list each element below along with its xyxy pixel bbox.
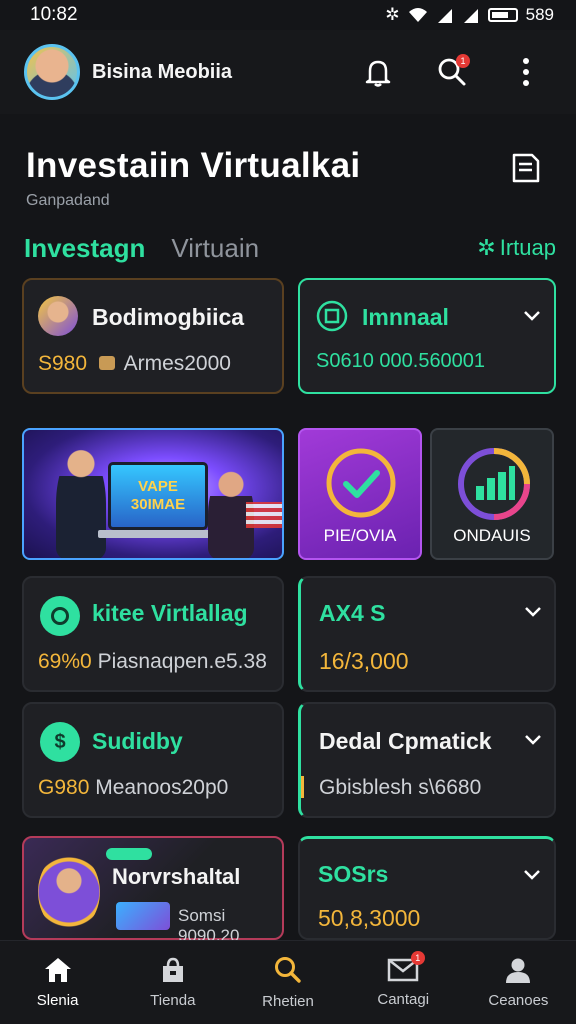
avatar	[38, 296, 78, 336]
card-value: Gbisblesh s\6680	[319, 776, 482, 799]
tab-irtuap[interactable]: ✲ Irtuap	[477, 235, 556, 261]
card-norvrshaltal[interactable]: Norvrshaltal Somsi 9090.20	[22, 836, 284, 945]
chart-ring-icon	[458, 448, 530, 520]
app-header: Bisina Meobiia 1	[0, 30, 576, 114]
card-dedal-cpmatick[interactable]: Dedal Cpmatick Gbisblesh s\6680	[298, 702, 556, 818]
more-options-button[interactable]	[500, 46, 552, 98]
promo-chart-card[interactable]: ONDAUIS	[430, 428, 554, 560]
card-kitee-virtlallag[interactable]: kitee Virtlallag 69%0 Piasnaqpen.e5.38	[22, 576, 284, 692]
promo-check-label: PIE/OVIA	[323, 526, 397, 545]
status-time: 10:82	[30, 4, 78, 25]
laptop-illustration: VAPE 30IMAE	[108, 462, 208, 530]
card-sudidby[interactable]: $ Sudidby G980 Meanoos20p0	[22, 702, 284, 818]
search-button[interactable]: 1	[426, 46, 478, 98]
promo-chart-label: ONDAUIS	[453, 526, 531, 545]
card-value-rest: Piasnaqpen.e5.38	[97, 650, 267, 673]
gold-marker	[301, 776, 304, 798]
card-value-rest: Meanoos20p0	[95, 776, 229, 799]
nav-item-store[interactable]: Tienda	[115, 941, 230, 1024]
card-value-rest: Armes2000	[123, 352, 231, 375]
bottom-nav: Slenia Tienda Rhetien 1 Cantagi Ceanoes	[0, 940, 576, 1024]
page-title: Investaiin Virtualkai	[26, 146, 361, 185]
status-icons: ✲ 589	[385, 5, 554, 25]
card-title: kitee Virtlallag	[92, 600, 248, 627]
notification-badge: 1	[456, 54, 470, 68]
nav-label: Cantagi	[377, 991, 430, 1008]
person-icon	[506, 958, 531, 983]
crypto-chip-icon	[316, 300, 348, 332]
status-bar: 10:82 ✲ 589	[0, 0, 576, 30]
nav-item-profile[interactable]: Ceanoes	[461, 941, 576, 1024]
card-value: G980 Meanoos20p0	[38, 776, 228, 800]
card-value: S980 Armes2000	[38, 352, 231, 376]
chevron-down-icon[interactable]	[520, 304, 544, 328]
card-value: 16/3,000	[319, 648, 409, 674]
nav-item-messages[interactable]: 1 Cantagi	[346, 941, 461, 1024]
card-title: Norvrshaltal	[112, 864, 241, 889]
nav-item-home[interactable]: Slenia	[0, 941, 115, 1024]
tab-bar: Investagn Virtuain ✲ Irtuap	[24, 228, 556, 268]
card-sosrs[interactable]: SOSrs 50,8,3000	[298, 836, 556, 940]
messages-badge: 1	[410, 951, 425, 965]
nfc-icon: ✲	[385, 5, 400, 24]
signal-icon	[437, 9, 452, 23]
home-icon	[44, 958, 71, 982]
card-title: Bodimogbiica	[92, 304, 245, 330]
bell-icon	[365, 60, 391, 87]
chart-badge	[106, 848, 152, 860]
nav-label: Rhetien	[262, 993, 314, 1010]
battery-icon	[487, 8, 518, 22]
chevron-down-icon[interactable]	[521, 728, 545, 752]
card-title: Sudidby	[92, 728, 183, 754]
store-icon	[162, 957, 183, 982]
card-bodimogbiica[interactable]: Bodimogbiica S980 Armes2000	[22, 278, 284, 394]
signal-icon-2	[463, 9, 478, 23]
flag-decoration	[246, 502, 282, 528]
battery-level: 589	[525, 5, 554, 24]
laptop-base	[98, 530, 218, 538]
nav-label: Slenia	[36, 992, 79, 1009]
tab-irtuap-label: Irtuap	[499, 235, 556, 260]
promo-screen-line1: VAPE	[138, 478, 178, 495]
nav-label: Ceanoes	[488, 992, 549, 1009]
page-subtitle: Ganpadand	[26, 192, 110, 209]
promo-check-card[interactable]: PIE/OVIA	[298, 428, 422, 560]
coin-icon	[40, 596, 80, 636]
card-title: Imnnaal	[362, 304, 449, 330]
businessman-illustration	[56, 448, 106, 558]
card-value: 69%0 Piasnaqpen.e5.38	[38, 650, 267, 674]
card-value: 50,8,3000	[318, 905, 421, 931]
tab-investagn[interactable]: Investagn	[24, 233, 145, 264]
card-ax4s[interactable]: AX4 S 16/3,000	[298, 576, 556, 692]
card-value-prefix: G980	[38, 776, 90, 799]
promo-screen-line2: 30IMAE	[130, 496, 186, 513]
more-vertical-icon	[523, 58, 529, 86]
wallet-icon	[98, 356, 115, 370]
card-value: S0610 000.560001	[316, 350, 486, 372]
tab-virtuain[interactable]: Virtuain	[171, 233, 259, 264]
card-value-prefix: 69%0	[38, 650, 92, 673]
card-imnnaal[interactable]: Imnnaal S0610 000.560001	[298, 278, 556, 394]
chevron-down-icon[interactable]	[521, 600, 545, 624]
card-value-prefix: S980	[38, 352, 88, 375]
nav-label: Tienda	[150, 992, 196, 1009]
chevron-down-icon[interactable]	[520, 863, 544, 887]
nav-item-search[interactable]: Rhetien	[230, 941, 345, 1024]
wifi-icon	[408, 8, 427, 22]
card-title: SOSrs	[318, 861, 389, 887]
promo-banner[interactable]: VAPE 30IMAE	[22, 428, 284, 560]
dollar-coin-icon: $	[40, 722, 80, 762]
search-icon	[275, 957, 301, 983]
notification-button[interactable]	[352, 46, 404, 98]
card-title: AX4 S	[319, 600, 386, 626]
tablet-illustration	[116, 902, 170, 930]
card-title: Dedal Cpmatick	[319, 728, 492, 754]
sparkle-icon: ✲	[477, 235, 496, 260]
notes-icon[interactable]	[508, 150, 544, 186]
check-circle-icon	[326, 448, 396, 518]
card-title-text: kitee Virtlallag	[92, 600, 248, 626]
avatar[interactable]	[24, 44, 80, 100]
user-name: Bisina Meobiia	[92, 60, 233, 83]
investor-illustration	[38, 852, 100, 932]
